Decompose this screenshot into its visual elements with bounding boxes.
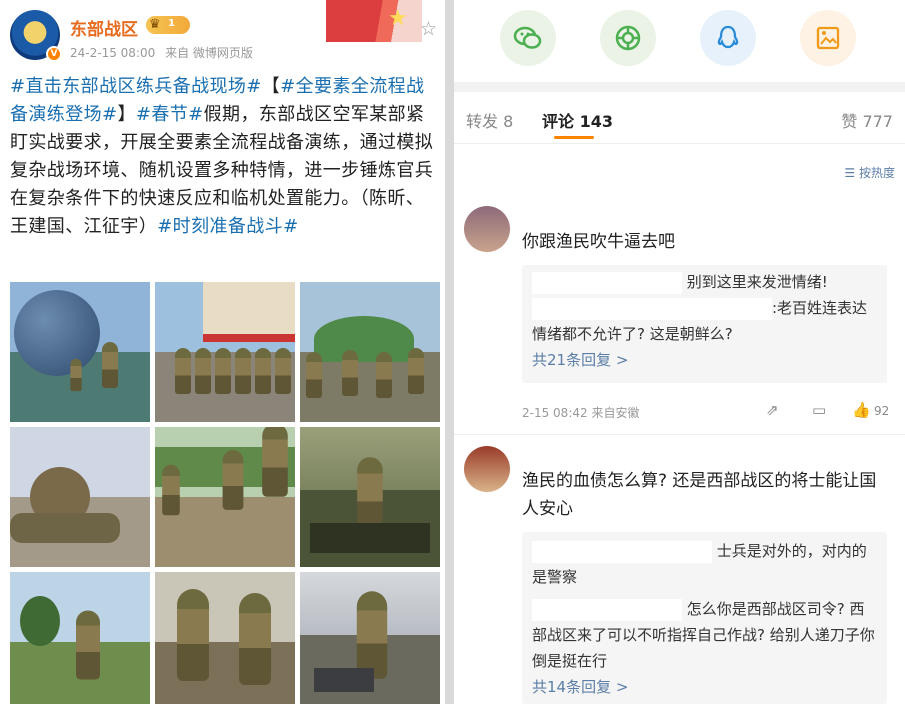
reply-item: 怎么你是西部战区司令? 西部战区来了可以不听指挥自己作战? 给别人递刀子你倒是挺… xyxy=(532,596,877,674)
photo-thumbnail[interactable] xyxy=(155,572,295,704)
active-tab-indicator xyxy=(554,136,594,139)
tab-likes[interactable]: 赞 777 xyxy=(841,108,893,132)
comment-replies: 士兵是对外的，对内的是警察 怎么你是西部战区司令? 西部战区来了可以不听指挥自己… xyxy=(522,532,887,704)
share-comment-icon[interactable]: ⇗ xyxy=(766,401,779,419)
commenter-avatar[interactable] xyxy=(464,206,510,252)
comment-text: 渔民的血债怎么算? 还是西部战区的将士能让国人安心 xyxy=(522,471,877,519)
redacted-username xyxy=(532,271,682,294)
comment-time: 2-15 08:42 xyxy=(522,406,588,420)
redacted-username xyxy=(532,598,682,621)
weibo-post: V 东部战区 ♛ 1 24-2-15 08:00 来自 微博网页版 ★ ☆ #直… xyxy=(0,0,445,704)
share-wechat-button[interactable] xyxy=(500,10,556,66)
like-comment-icon[interactable]: 👍 xyxy=(852,401,871,419)
user-avatar[interactable]: V xyxy=(10,10,62,62)
post-username[interactable]: 东部战区 xyxy=(70,15,138,40)
photo-thumbnail[interactable] xyxy=(155,427,295,567)
hashtag-link[interactable]: #时刻准备战斗# xyxy=(157,216,298,237)
comment-text: 你跟渔民吹牛逼去吧 xyxy=(522,232,675,252)
wechat-icon xyxy=(513,26,542,49)
photo-thumbnail[interactable] xyxy=(10,427,150,567)
member-level-badge: ♛ 1 xyxy=(146,16,190,34)
reply-item: :老百姓连表达情绪都不允许了? 这是朝鲜么? xyxy=(532,295,877,347)
comments-panel: 转发 8 评论 143 赞 777 ☰ 按热度 你跟渔民吹牛逼去吧 别到这里来发… xyxy=(454,0,905,704)
tab-repost[interactable]: 转发 8 xyxy=(466,108,513,132)
moments-icon xyxy=(615,25,641,51)
sort-by-hot-button[interactable]: ☰ 按热度 xyxy=(844,164,895,181)
reply-item: 士兵是对外的，对内的是警察 xyxy=(532,538,877,590)
comment-footer: 2-15 08:42 来自安徽 ⇗ ▭ 👍 92 xyxy=(522,401,894,421)
sort-icon: ☰ xyxy=(844,166,856,180)
comment-divider xyxy=(454,434,905,435)
hashtag-link[interactable]: #直击东部战区练兵备战现场# xyxy=(10,76,262,97)
share-qq-button[interactable] xyxy=(700,10,756,66)
section-separator xyxy=(454,82,905,92)
post-text: 【 xyxy=(261,76,281,97)
interaction-tabs: 转发 8 评论 143 赞 777 xyxy=(454,92,905,144)
reply-item: 别到这里来发泄情绪! xyxy=(532,269,877,295)
photo-grid xyxy=(10,282,440,704)
flag-banner-image: ★ xyxy=(326,0,422,42)
member-level: 1 xyxy=(168,18,175,29)
photo-thumbnail[interactable] xyxy=(10,572,150,704)
comment-location: 来自安徽 xyxy=(591,406,640,420)
post-text: 】 xyxy=(117,104,136,125)
qq-icon xyxy=(717,25,739,49)
reply-comment-icon[interactable]: ▭ xyxy=(812,401,826,419)
verified-badge-icon: V xyxy=(46,46,62,62)
post-body: #直击东部战区练兵备战现场#【#全要素全流程战备演练登场#】#春节#假期，东部战… xyxy=(10,73,440,241)
photo-thumbnail[interactable] xyxy=(300,427,440,567)
post-source: 来自 微博网页版 xyxy=(165,46,253,60)
redacted-username xyxy=(532,540,712,563)
star-icon: ★ xyxy=(388,6,408,31)
photo-thumbnail[interactable] xyxy=(300,282,440,422)
view-more-replies-link[interactable]: 共21条回复 > xyxy=(532,347,877,373)
photo-thumbnail[interactable] xyxy=(155,282,295,422)
save-image-button[interactable] xyxy=(800,10,856,66)
photo-thumbnail[interactable] xyxy=(300,572,440,704)
crown-icon: ♛ xyxy=(149,17,161,32)
sort-label: 按热度 xyxy=(858,166,895,180)
redacted-username xyxy=(532,297,772,320)
panel-divider xyxy=(445,0,454,704)
photo-thumbnail[interactable] xyxy=(10,282,150,422)
commenter-avatar[interactable] xyxy=(464,446,510,492)
favorite-star-icon[interactable]: ☆ xyxy=(420,18,437,40)
post-meta: 24-2-15 08:00 来自 微博网页版 xyxy=(70,44,259,61)
comment-replies: 别到这里来发泄情绪! :老百姓连表达情绪都不允许了? 这是朝鲜么? 共21条回复… xyxy=(522,265,887,383)
save-image-icon xyxy=(816,26,840,50)
like-count: 92 xyxy=(874,404,890,418)
share-moments-button[interactable] xyxy=(600,10,656,66)
reply-text: 别到这里来发泄情绪! xyxy=(686,273,828,291)
tab-comments[interactable]: 评论 143 xyxy=(542,108,613,132)
hashtag-link[interactable]: #春节# xyxy=(136,104,204,125)
view-more-replies-link[interactable]: 共14条回复 > xyxy=(532,674,877,700)
post-timestamp: 24-2-15 08:00 xyxy=(70,46,156,60)
